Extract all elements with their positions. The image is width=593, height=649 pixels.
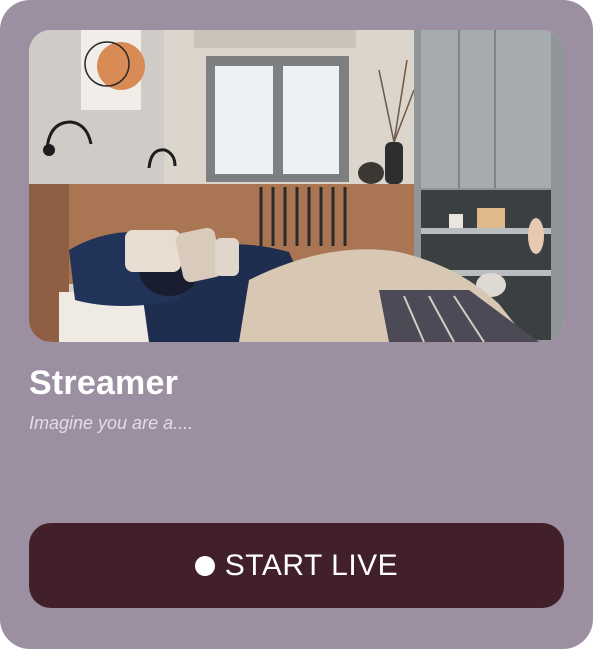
streamer-card: Streamer Imagine you are a.... START LIV… bbox=[0, 0, 593, 649]
start-live-label: START LIVE bbox=[224, 548, 399, 582]
card-subtitle: Imagine you are a.... bbox=[29, 413, 194, 433]
live-dot-icon bbox=[194, 555, 215, 576]
bedroom-photo bbox=[29, 30, 564, 342]
card-title: Streamer bbox=[29, 364, 179, 402]
start-live-button[interactable]: START LIVE bbox=[29, 523, 564, 608]
